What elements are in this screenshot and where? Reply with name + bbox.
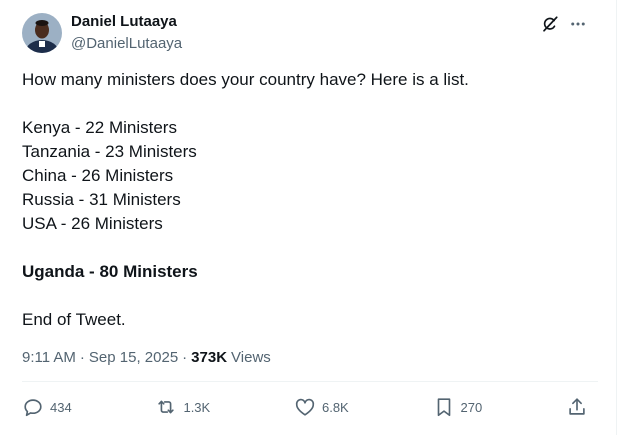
bookmark-button[interactable]: 270 — [433, 396, 483, 418]
reply-count: 434 — [50, 399, 72, 415]
intro-text: How many ministers does your country hav… — [22, 70, 469, 89]
divider — [22, 381, 598, 382]
author-names: Daniel Lutaaya @DanielLutaaya — [71, 12, 182, 53]
tweet-text: How many ministers does your country hav… — [22, 68, 592, 332]
tweet-header: Daniel Lutaaya @DanielLutaaya — [22, 12, 182, 53]
handle[interactable]: @DanielLutaaya — [71, 34, 182, 53]
repost-count: 1.3K — [183, 399, 211, 415]
share-button[interactable] — [566, 396, 588, 418]
tweet-meta: 9:11 AM · Sep 15, 2025 · 373K Views — [22, 348, 271, 368]
reply-button[interactable]: 434 — [22, 396, 72, 418]
bookmark-icon — [437, 398, 450, 417]
timestamp-time[interactable]: 9:11 AM — [22, 348, 76, 368]
meta-separator: · — [182, 349, 188, 366]
grok-icon[interactable] — [540, 14, 560, 34]
like-button[interactable]: 6.8K — [294, 396, 349, 418]
top-actions — [540, 14, 588, 34]
timestamp-date[interactable]: Sep 15, 2025 — [89, 348, 178, 368]
list-item: Russia - 31 Ministers — [22, 190, 181, 209]
list-item: USA - 26 Ministers — [22, 214, 163, 233]
avatar[interactable] — [22, 12, 62, 53]
like-count: 6.8K — [321, 399, 349, 415]
tweet: Daniel Lutaaya @DanielLutaaya How many m… — [0, 0, 617, 435]
reply-icon — [24, 399, 42, 417]
share-icon — [569, 398, 585, 415]
repost-icon — [158, 400, 175, 414]
list-item: Kenya - 22 Ministers — [22, 118, 177, 137]
views-count: 373K — [191, 349, 228, 366]
action-bar: 434 1.3K 6.8K 270 — [22, 396, 588, 418]
highlight-text: Uganda - 80 Ministers — [22, 262, 198, 281]
meta-separator: · — [79, 349, 85, 366]
list-item: China - 26 Ministers — [22, 166, 174, 185]
more-icon[interactable] — [568, 14, 588, 34]
display-name[interactable]: Daniel Lutaaya — [71, 12, 182, 31]
list-item: Tanzania - 23 Ministers — [22, 142, 197, 161]
repost-button[interactable]: 1.3K — [155, 396, 210, 418]
heart-icon — [295, 398, 315, 416]
closing-text: End of Tweet. — [22, 310, 126, 329]
bookmark-count: 270 — [460, 399, 483, 415]
views-label: Views — [231, 349, 271, 366]
